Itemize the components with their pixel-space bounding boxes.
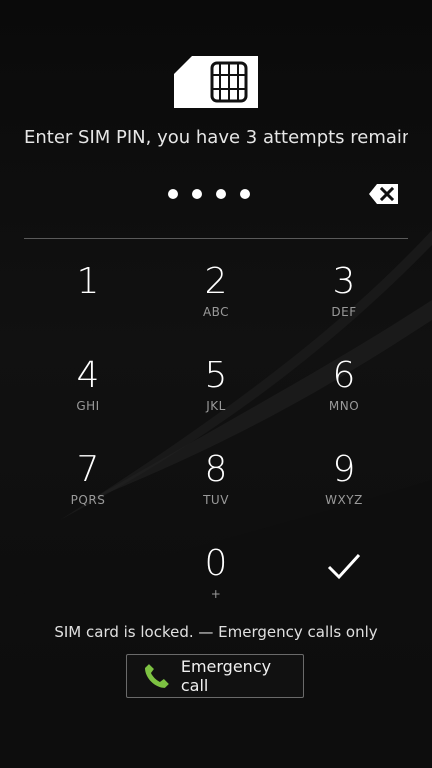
pin-dot: [216, 189, 226, 199]
key-1[interactable]: 1: [24, 246, 152, 336]
key-2[interactable]: 2 ABC: [152, 246, 280, 336]
backspace-icon[interactable]: [368, 182, 400, 206]
key-letters: PQRS: [70, 493, 106, 507]
key-3[interactable]: 3 DEF: [280, 246, 408, 336]
key-digit: 9: [332, 449, 356, 490]
key-8[interactable]: 8 TUV: [152, 434, 280, 524]
sim-card-icon: [174, 56, 258, 108]
phone-icon: [144, 664, 169, 688]
emergency-call-label: Emergency call: [180, 657, 272, 695]
key-letters: GHI: [76, 399, 100, 413]
sim-pin-prompt: Enter SIM PIN, you have 3 attempts remai…: [24, 127, 408, 148]
key-6[interactable]: 6 MNO: [280, 340, 408, 430]
pin-dot: [168, 189, 178, 199]
pin-entry-field[interactable]: [168, 184, 268, 204]
key-digit: 0: [204, 543, 228, 584]
enter-key[interactable]: [280, 528, 408, 618]
status-text: SIM card is locked. — Emergency calls on…: [54, 623, 378, 641]
pin-dot: [192, 189, 202, 199]
key-digit: 1: [76, 261, 100, 302]
key-letters: TUV: [203, 493, 229, 507]
key-digit: 2: [204, 261, 228, 302]
key-letters: ABC: [202, 305, 230, 319]
lock-screen: Enter SIM PIN, you have 3 attempts remai…: [0, 0, 432, 768]
key-digit: 8: [204, 449, 228, 490]
key-4[interactable]: 4 GHI: [24, 340, 152, 430]
key-5[interactable]: 5 JKL: [152, 340, 280, 430]
key-digit: 4: [76, 355, 100, 396]
key-7[interactable]: 7 PQRS: [24, 434, 152, 524]
key-letters: +: [210, 587, 222, 601]
key-letters: JKL: [206, 399, 226, 413]
key-9[interactable]: 9 WXYZ: [280, 434, 408, 524]
key-digit: 6: [332, 355, 356, 396]
key-letters: WXYZ: [325, 493, 363, 507]
pin-dot: [240, 189, 250, 199]
key-0[interactable]: 0 +: [152, 528, 280, 618]
key-digit: 3: [332, 261, 356, 302]
emergency-call-button[interactable]: Emergency call: [126, 654, 304, 698]
key-letters: DEF: [331, 305, 357, 319]
key-digit: 5: [204, 355, 228, 396]
pin-divider: [24, 238, 408, 239]
checkmark-icon: [327, 553, 361, 580]
key-letters: MNO: [328, 399, 360, 413]
key-digit: 7: [76, 449, 100, 490]
